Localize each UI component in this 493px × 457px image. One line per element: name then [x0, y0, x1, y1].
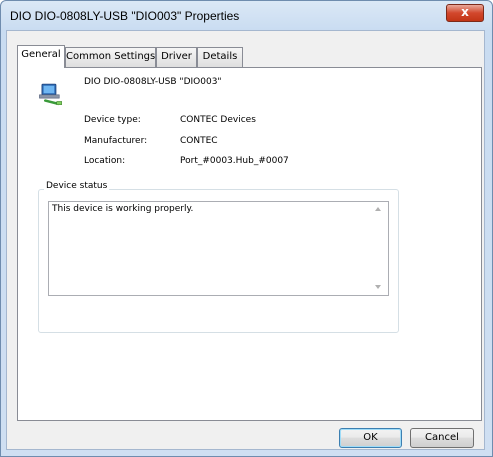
manufacturer-label: Manufacturer: [84, 136, 148, 146]
location-label: Location: [84, 156, 126, 166]
cancel-button-label: Cancel [425, 432, 459, 443]
location-value: Port_#0003.Hub_#0007 [180, 156, 289, 166]
device-status-title: Device status [44, 181, 110, 191]
window-title: DIO DIO-0808LY-USB "DIO003" Properties [10, 9, 240, 23]
tab-strip: General Common Settings Driver Details [17, 45, 277, 68]
ok-button-label: OK [363, 432, 378, 443]
device-status-text: This device is working properly. [52, 204, 194, 214]
tab-driver[interactable]: Driver [156, 47, 197, 67]
close-icon: x [461, 5, 469, 19]
tab-general-label: General [21, 49, 61, 60]
ok-button[interactable]: OK [339, 428, 402, 448]
tab-details[interactable]: Details [197, 47, 243, 67]
scroll-up-arrow-icon[interactable] [375, 207, 381, 211]
device-status-textbox[interactable]: This device is working properly. [48, 201, 389, 296]
tab-general[interactable]: General [17, 45, 65, 68]
device-type-value: CONTEC Devices [180, 115, 256, 125]
device-type-label: Device type: [84, 115, 141, 125]
scroll-down-arrow-icon[interactable] [375, 285, 381, 289]
tab-details-label: Details [202, 51, 238, 62]
close-button[interactable]: x [446, 4, 484, 22]
title-bar[interactable]: DIO DIO-0808LY-USB "DIO003" Properties x [1, 1, 492, 31]
manufacturer-value: CONTEC [180, 136, 218, 146]
device-name: DIO DIO-0808LY-USB "DIO003" [84, 77, 222, 87]
tab-common-settings-label: Common Settings [66, 51, 156, 62]
status-scrollbar[interactable] [371, 202, 388, 295]
tab-common-settings[interactable]: Common Settings [65, 47, 156, 67]
cancel-button[interactable]: Cancel [410, 428, 474, 448]
usb-device-icon [39, 83, 62, 106]
tab-driver-label: Driver [161, 51, 192, 62]
